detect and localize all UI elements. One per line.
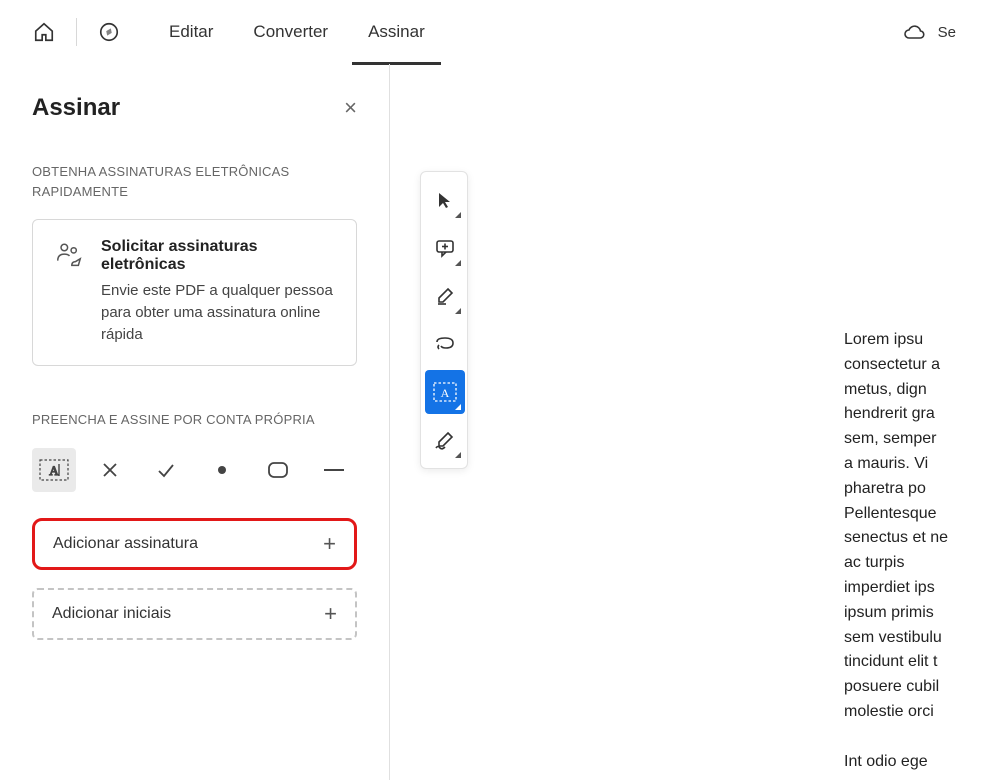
tab-converter[interactable]: Converter	[237, 0, 344, 64]
section-fillsign-label: PREENCHA E ASSINE POR CONTA PRÓPRIA	[32, 410, 357, 430]
plus-icon: +	[323, 531, 336, 557]
people-sign-icon	[51, 240, 87, 276]
fill-tools-row: A	[32, 448, 357, 492]
topbar: Editar Converter Assinar Se	[0, 0, 984, 64]
rounded-rect-tool[interactable]	[256, 448, 300, 492]
home-icon[interactable]	[28, 16, 60, 48]
section-esign-label: OBTENHA ASSINATURAS ELETRÔNICAS RAPIDAME…	[32, 162, 357, 201]
highlight-tool[interactable]	[425, 274, 465, 318]
comment-tool[interactable]	[425, 226, 465, 270]
sign-sidebar: Assinar × OBTENHA ASSINATURAS ELETRÔNICA…	[0, 64, 390, 780]
x-mark-tool[interactable]	[88, 448, 132, 492]
dot-tool[interactable]	[200, 448, 244, 492]
add-signature-button[interactable]: Adicionar assinatura +	[32, 518, 357, 570]
svg-text:A: A	[441, 386, 450, 400]
request-signatures-card[interactable]: Solicitar assinaturas eletrônicas Envie …	[32, 219, 357, 366]
compass-icon[interactable]	[93, 16, 125, 48]
draw-signature-tool[interactable]	[425, 418, 465, 462]
document-text: Lorem ipsu consectetur a metus, dign hen…	[844, 328, 984, 780]
tab-assinar[interactable]: Assinar	[352, 0, 441, 64]
cloud-icon[interactable]	[898, 16, 930, 48]
divider	[76, 18, 77, 46]
checkmark-tool[interactable]	[144, 448, 188, 492]
card-desc: Envie este PDF a qualquer pessoa para ob…	[101, 280, 336, 345]
text-field-tool[interactable]: A	[32, 448, 76, 492]
close-icon[interactable]: ×	[344, 97, 357, 119]
add-signature-label: Adicionar assinatura	[53, 535, 198, 553]
cloud-label: Se	[938, 24, 956, 41]
svg-text:A: A	[49, 463, 59, 478]
lasso-tool[interactable]	[425, 322, 465, 366]
tab-editar[interactable]: Editar	[153, 0, 229, 64]
floating-toolbar: A	[420, 171, 468, 469]
add-initials-label: Adicionar iniciais	[52, 605, 171, 623]
document-area[interactable]: Lorem ipsu consectetur a metus, dign hen…	[390, 64, 984, 780]
select-tool[interactable]	[425, 178, 465, 222]
sidebar-title: Assinar	[32, 94, 120, 122]
add-initials-button[interactable]: Adicionar iniciais +	[32, 588, 357, 640]
plus-icon: +	[324, 601, 337, 627]
line-tool[interactable]	[312, 448, 356, 492]
card-title: Solicitar assinaturas eletrônicas	[101, 238, 336, 274]
text-annotation-tool[interactable]: A	[425, 370, 465, 414]
